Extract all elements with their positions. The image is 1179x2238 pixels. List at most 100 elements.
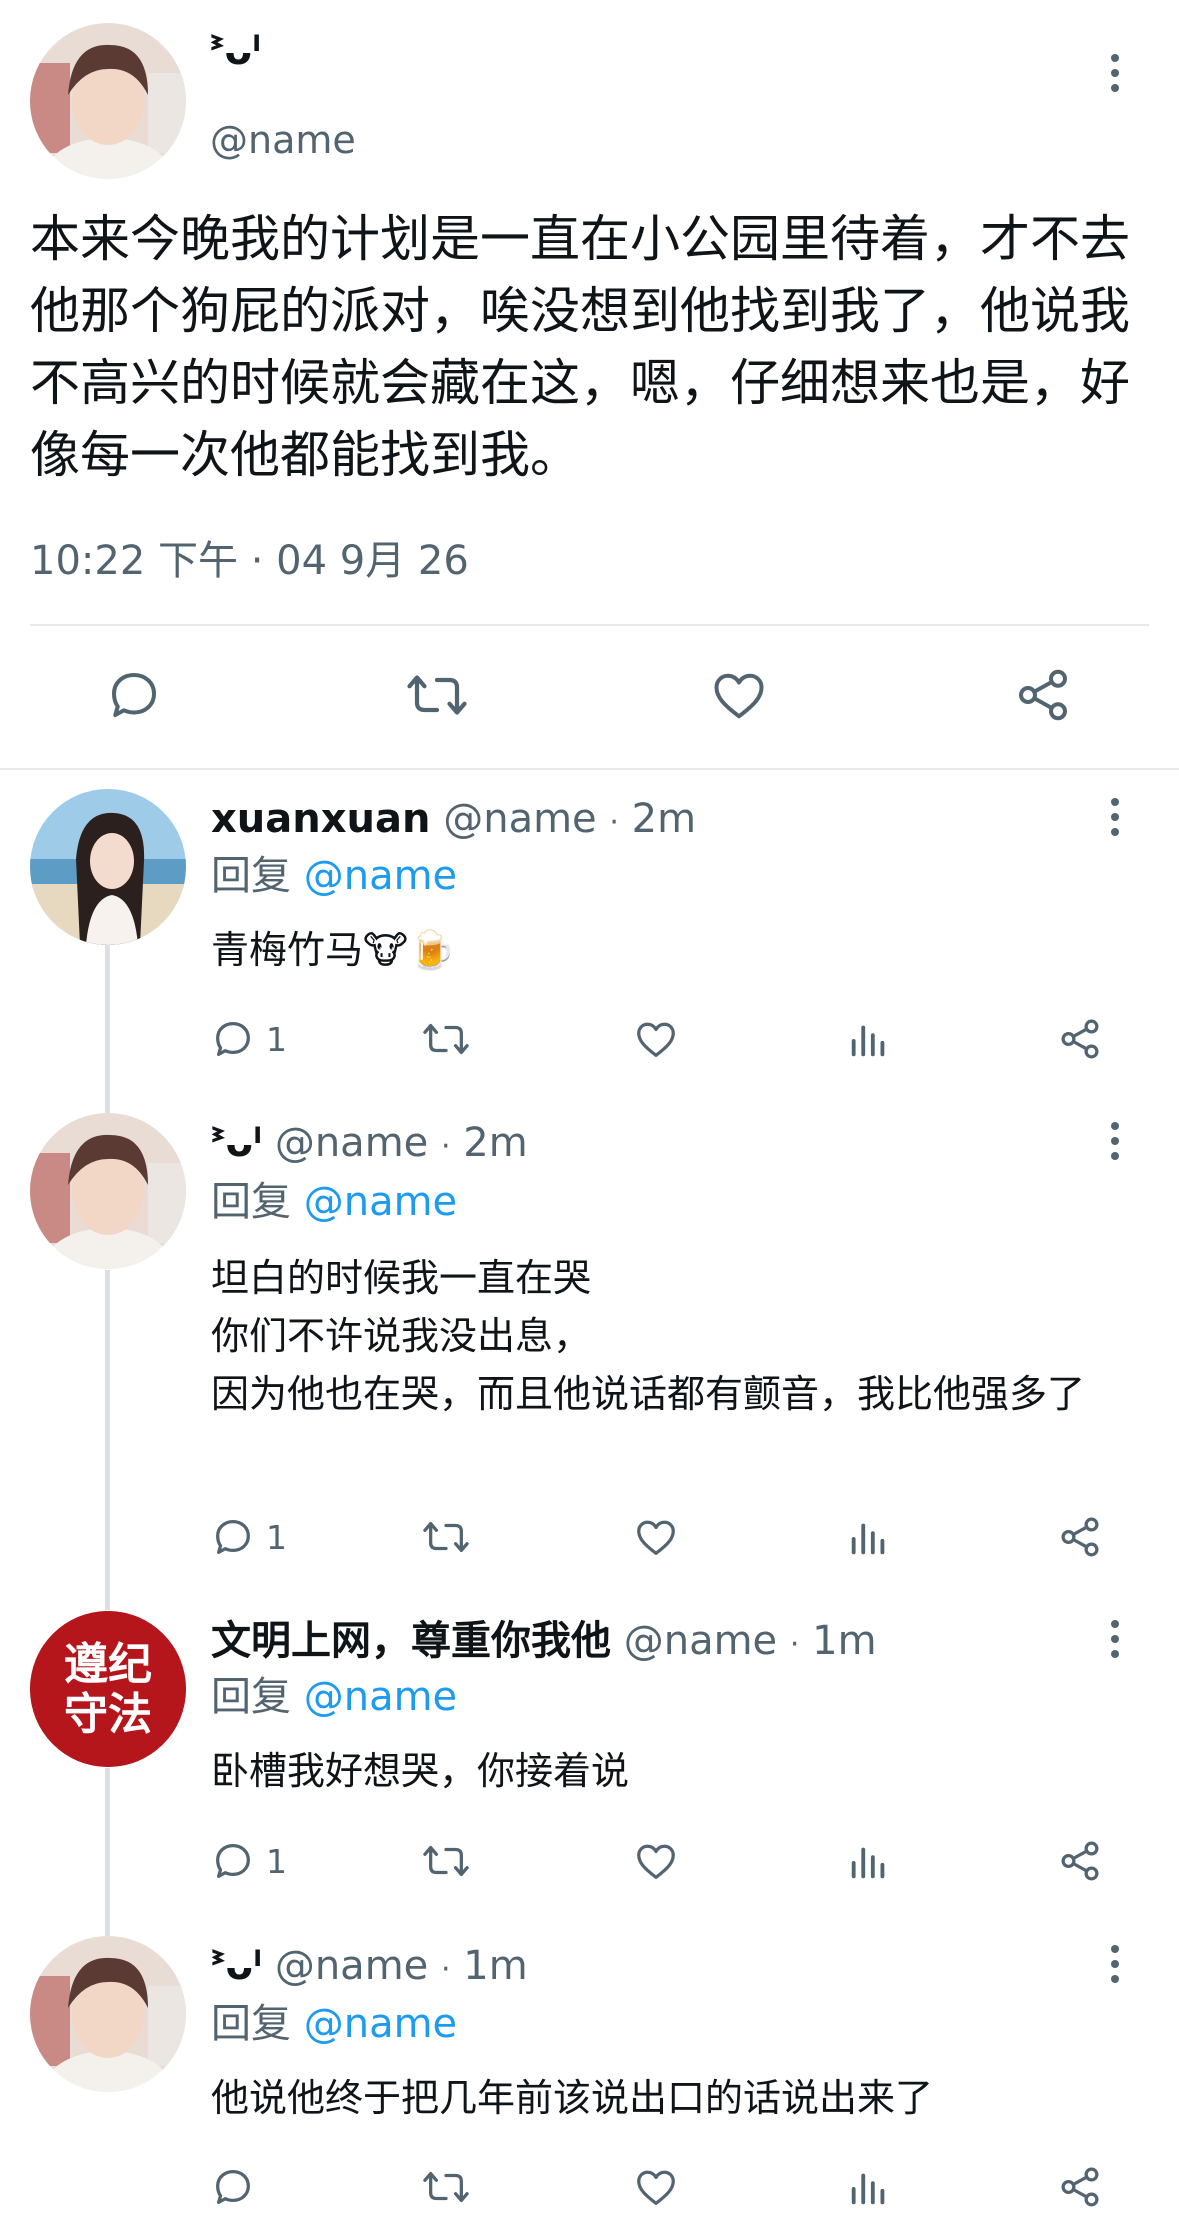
reply-button[interactable]: 1 xyxy=(210,1838,287,1884)
bar-chart-icon[interactable] xyxy=(846,2164,892,2210)
replying-to-label: 回复 xyxy=(211,853,291,899)
more-dot xyxy=(1111,1152,1119,1160)
replying-to-handle[interactable]: @name xyxy=(304,1674,457,1720)
more-dot xyxy=(1111,798,1119,806)
reply-more-button[interactable] xyxy=(1095,1619,1135,1659)
reply-author-name[interactable]: 文明上网，尊重你我他 xyxy=(211,1618,611,1664)
replying-to-handle[interactable]: @name xyxy=(304,853,457,899)
reply-author-handle[interactable]: @name xyxy=(443,796,596,842)
retweet-icon[interactable] xyxy=(420,1016,472,1062)
avatar-text: 守法 xyxy=(64,1689,152,1740)
replying-to-handle[interactable]: @name xyxy=(304,1179,457,1225)
heart-icon[interactable] xyxy=(633,1016,679,1062)
reply-author-handle[interactable]: @name xyxy=(275,1120,428,1166)
reply-count: 1 xyxy=(266,1517,287,1557)
replying-to-label: 回复 xyxy=(211,2001,291,2047)
reply-meta: xuanxuan @name · 2m xyxy=(211,794,696,848)
share-icon[interactable] xyxy=(1057,1838,1103,1884)
reply-avatar[interactable]: 遵纪 守法 xyxy=(30,1611,186,1767)
meta-separator: · xyxy=(789,1627,800,1662)
reply-text: 他说他终于把几年前该说出口的话说出来了 xyxy=(211,2076,934,2120)
reply-button[interactable] xyxy=(210,2164,256,2210)
more-dot xyxy=(1111,1945,1119,1953)
reply-meta: ᕑᴗᑊ @name · 2m xyxy=(211,1118,528,1172)
bar-chart-icon[interactable] xyxy=(846,1514,892,1560)
avatar-text: 遵纪 xyxy=(64,1639,152,1690)
reply-more-button[interactable] xyxy=(1095,1944,1135,1984)
more-dot xyxy=(1111,813,1119,821)
more-dot xyxy=(1111,1122,1119,1130)
reply-time[interactable]: 1m xyxy=(463,1943,527,1989)
retweet-icon[interactable] xyxy=(420,1514,472,1560)
reply-time[interactable]: 2m xyxy=(632,796,696,842)
retweet-icon[interactable] xyxy=(420,1838,472,1884)
reply-time[interactable]: 1m xyxy=(812,1618,876,1664)
share-icon[interactable] xyxy=(1057,2164,1103,2210)
main-author-handle[interactable]: @name xyxy=(210,116,356,164)
more-dot xyxy=(1111,1137,1119,1145)
reply-action-bar: 1 xyxy=(0,1830,1179,1890)
more-dot xyxy=(1111,828,1119,836)
reply-text: 坦白的时候我一直在哭 你们不许说我没出息， 因为他也在哭，而且他说话都有颤音，我… xyxy=(211,1256,1086,1416)
more-dot xyxy=(1111,1635,1119,1643)
heart-icon[interactable] xyxy=(633,2164,679,2210)
reply-avatar[interactable] xyxy=(30,1113,186,1269)
heart-icon[interactable] xyxy=(633,1838,679,1884)
reply-author-name[interactable]: ᕑᴗᑊ xyxy=(211,1120,262,1166)
section-divider xyxy=(0,768,1179,770)
replying-to: 回复 @name xyxy=(211,851,457,901)
replying-to: 回复 @name xyxy=(211,1999,457,2049)
reply-author-handle[interactable]: @name xyxy=(275,1943,428,1989)
heart-icon[interactable] xyxy=(633,1514,679,1560)
more-dot xyxy=(1111,1620,1119,1628)
reply-count: 1 xyxy=(266,1841,287,1881)
more-dot xyxy=(1111,54,1119,62)
main-retweet-icon[interactable] xyxy=(404,665,470,725)
retweet-icon[interactable] xyxy=(420,2164,472,2210)
main-author-name[interactable]: ᕑᴗᑊ xyxy=(210,26,261,76)
share-icon[interactable] xyxy=(1057,1514,1103,1560)
more-dot xyxy=(1111,1960,1119,1968)
main-author-avatar[interactable] xyxy=(30,23,186,179)
reply-author-name[interactable]: xuanxuan xyxy=(211,796,431,842)
main-like-icon[interactable] xyxy=(709,665,769,725)
reply-text: 卧槽我好想哭，你接着说 xyxy=(211,1749,630,1793)
reply-author-handle[interactable]: @name xyxy=(624,1618,777,1664)
reply-button[interactable]: 1 xyxy=(210,1514,287,1560)
reply-count: 1 xyxy=(266,1019,287,1059)
meta-separator: · xyxy=(440,1129,451,1164)
main-reply-icon[interactable] xyxy=(104,665,164,725)
replying-to-label: 回复 xyxy=(211,1674,291,1720)
post-more-button[interactable] xyxy=(1095,53,1135,93)
reply-avatar[interactable] xyxy=(30,1936,186,2092)
more-dot xyxy=(1111,84,1119,92)
replying-to: 回复 @name xyxy=(211,1177,457,1227)
reply-avatar[interactable] xyxy=(30,789,186,945)
more-dot xyxy=(1111,69,1119,77)
divider xyxy=(30,624,1149,626)
more-dot xyxy=(1111,1975,1119,1983)
reply-text: 青梅竹马🐮🍺 xyxy=(211,928,456,972)
reply-meta: 文明上网，尊重你我他 @name · 1m xyxy=(211,1616,877,1670)
bar-chart-icon[interactable] xyxy=(846,1016,892,1062)
more-dot xyxy=(1111,1650,1119,1658)
reply-author-name[interactable]: ᕑᴗᑊ xyxy=(211,1943,262,1989)
replying-to-label: 回复 xyxy=(211,1179,291,1225)
main-share-icon[interactable] xyxy=(1013,665,1073,725)
reply-action-bar: 1 xyxy=(0,1008,1179,1068)
replying-to-handle[interactable]: @name xyxy=(304,2001,457,2047)
reply-more-button[interactable] xyxy=(1095,1121,1135,1161)
reply-action-bar: 1 xyxy=(0,1506,1179,1566)
reply-action-bar xyxy=(0,2156,1179,2216)
meta-separator: · xyxy=(440,1952,451,1987)
reply-meta: ᕑᴗᑊ @name · 1m xyxy=(211,1941,528,1995)
main-post-text: 本来今晚我的计划是一直在小公园里待着，才不去他那个狗屁的派对，唉没想到他找到我了… xyxy=(30,210,1130,484)
reply-more-button[interactable] xyxy=(1095,797,1135,837)
reply-button[interactable]: 1 xyxy=(210,1016,287,1062)
reply-time[interactable]: 2m xyxy=(463,1120,527,1166)
meta-separator: · xyxy=(609,805,619,840)
bar-chart-icon[interactable] xyxy=(846,1838,892,1884)
main-post-timestamp[interactable]: 10:22 下午 · 04 9月 26 xyxy=(30,536,469,586)
share-icon[interactable] xyxy=(1057,1016,1103,1062)
replying-to: 回复 @name xyxy=(211,1672,457,1722)
